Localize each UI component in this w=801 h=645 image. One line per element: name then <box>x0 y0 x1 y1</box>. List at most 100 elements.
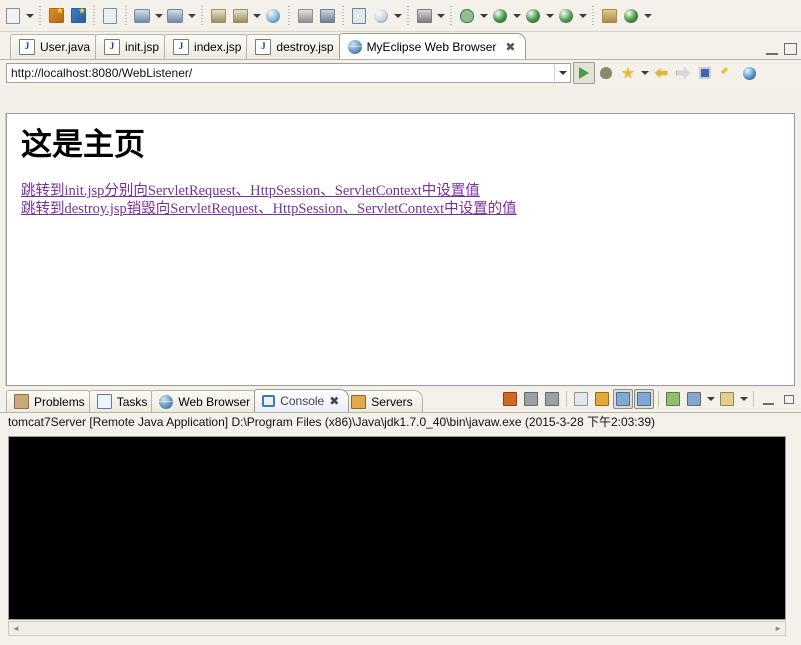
snapshot-dropdown-arrow[interactable] <box>435 5 446 27</box>
close-icon[interactable]: ✖ <box>329 394 339 408</box>
refresh-button[interactable] <box>620 5 642 27</box>
open-console-button[interactable] <box>717 389 737 409</box>
scroll-right-arrow[interactable]: ► <box>771 624 785 633</box>
show-console-on-error-button[interactable] <box>634 389 654 409</box>
bottom-tab-problems[interactable]: Problems <box>6 390 95 412</box>
editor-minimize-icon[interactable] <box>766 43 778 55</box>
url-box[interactable] <box>6 63 571 83</box>
console-status-line: tomcat7Server [Remote Java Application] … <box>0 413 801 431</box>
url-history-dropdown[interactable] <box>554 64 570 82</box>
editor-window-controls <box>766 43 797 55</box>
deploy-icon <box>134 8 150 23</box>
console-output[interactable] <box>8 436 786 620</box>
display-selected-console-dropdown-arrow[interactable] <box>705 388 716 410</box>
deploy-dropdown-arrow[interactable] <box>153 5 164 27</box>
web-page-content: 这是主页 跳转到init.jsp分别向ServletRequest、HttpSe… <box>7 114 794 218</box>
close-icon[interactable]: ✖ <box>505 41 515 53</box>
clear-console-button[interactable] <box>571 389 591 409</box>
minimize-button[interactable] <box>758 389 778 409</box>
open-console-icon <box>720 392 734 406</box>
save-button[interactable] <box>45 5 67 27</box>
export-icon <box>232 8 248 23</box>
home-button[interactable] <box>694 62 716 84</box>
editor-tab-index-jsp[interactable]: Jindex.jsp <box>164 34 253 59</box>
deploy-button[interactable] <box>131 5 153 27</box>
export-dropdown-arrow[interactable] <box>251 5 262 27</box>
snapshot-button[interactable] <box>413 5 435 27</box>
toolbar-separator <box>407 5 409 26</box>
refresh-dropdown-arrow[interactable] <box>642 5 653 27</box>
new-report-button[interactable] <box>348 5 370 27</box>
bottom-tab-tasks[interactable]: Tasks <box>88 390 158 412</box>
maximize-button[interactable] <box>779 389 799 409</box>
server-dropdown-arrow[interactable] <box>186 5 197 27</box>
export-button[interactable] <box>229 5 251 27</box>
go-icon <box>579 67 589 79</box>
open-external-button[interactable] <box>738 62 760 84</box>
java-file-icon: J <box>19 39 35 55</box>
bookmarks-dropdown-arrow[interactable] <box>639 62 650 84</box>
import-button[interactable] <box>207 5 229 27</box>
show-console-on-error-icon <box>637 392 651 406</box>
forward-icon <box>675 67 691 79</box>
new-wizard-dropdown-arrow[interactable] <box>24 5 35 27</box>
stop-icon <box>600 67 612 79</box>
new-java-package-icon <box>601 8 617 23</box>
open-perspective-icon <box>319 8 335 23</box>
open-browser-button[interactable] <box>262 5 284 27</box>
link-destroy-jsp[interactable]: 跳转到destroy.jsp销毁向ServletRequest、HttpSess… <box>21 200 794 218</box>
editor-tab-label: User.java <box>40 40 91 54</box>
display-selected-console-icon <box>687 392 701 406</box>
run-history-button[interactable] <box>522 5 544 27</box>
go-button[interactable] <box>573 62 595 84</box>
bottom-tab-label: Problems <box>34 394 85 409</box>
debug-button[interactable] <box>456 5 478 27</box>
url-input[interactable] <box>7 64 554 82</box>
open-console-dropdown-arrow[interactable] <box>738 388 749 410</box>
bottom-panel: Problems Tasks Web Browser Console ✖ Servers … <box>0 388 801 645</box>
show-console-on-output-button[interactable] <box>613 389 633 409</box>
external-tools-button[interactable] <box>555 5 577 27</box>
new-java-package-button[interactable] <box>598 5 620 27</box>
remove-launch-button[interactable] <box>521 389 541 409</box>
remove-all-terminated-button[interactable] <box>542 389 562 409</box>
forward-button[interactable] <box>672 62 694 84</box>
bottom-tab-label: Web Browser <box>178 394 251 409</box>
search-button[interactable] <box>370 5 392 27</box>
console-horizontal-scrollbar[interactable]: ◄ ► <box>8 621 786 636</box>
new-wizard-button[interactable] <box>2 5 24 27</box>
scroll-lock-button[interactable] <box>592 389 612 409</box>
run-dropdown-arrow[interactable] <box>511 5 522 27</box>
toolbar-separator <box>93 5 95 26</box>
scroll-left-arrow[interactable]: ◄ <box>9 624 23 633</box>
save-all-button[interactable] <box>67 5 89 27</box>
search-dropdown-arrow[interactable] <box>392 5 403 27</box>
bookmarks-button[interactable] <box>617 62 639 84</box>
refresh-button[interactable] <box>716 62 738 84</box>
html-validate-button[interactable] <box>99 5 121 27</box>
editor-tab-destroy-jsp[interactable]: Jdestroy.jsp <box>246 34 345 59</box>
save-icon <box>48 7 64 23</box>
bottom-tab-web-browser[interactable]: Web Browser <box>151 390 261 412</box>
terminate-button[interactable] <box>500 389 520 409</box>
display-selected-console-button[interactable] <box>684 389 704 409</box>
editor-tab-myeclipse-web-browser[interactable]: MyEclipse Web Browser ✖ <box>338 33 527 59</box>
bottom-tab-console[interactable]: Console ✖ <box>254 389 350 412</box>
run-history-dropdown-arrow[interactable] <box>544 5 555 27</box>
editor-tab-init-jsp[interactable]: Jinit.jsp <box>95 34 171 59</box>
stop-button[interactable] <box>595 62 617 84</box>
globe-icon <box>159 394 174 409</box>
link-init-jsp[interactable]: 跳转到init.jsp分别向ServletRequest、HttpSession… <box>21 182 794 200</box>
bottom-tab-servers[interactable]: Servers <box>343 390 423 412</box>
server-button[interactable] <box>164 5 186 27</box>
run-button[interactable] <box>489 5 511 27</box>
database-explorer-button[interactable] <box>294 5 316 27</box>
open-perspective-button[interactable] <box>316 5 338 27</box>
pin-console-button[interactable] <box>663 389 683 409</box>
debug-dropdown-arrow[interactable] <box>478 5 489 27</box>
external-tools-dropdown-arrow[interactable] <box>577 5 588 27</box>
back-button[interactable] <box>650 62 672 84</box>
jsp-file-icon: J <box>173 39 190 55</box>
editor-tab-user-java[interactable]: J User.java <box>10 34 102 59</box>
editor-maximize-icon[interactable] <box>784 43 797 55</box>
